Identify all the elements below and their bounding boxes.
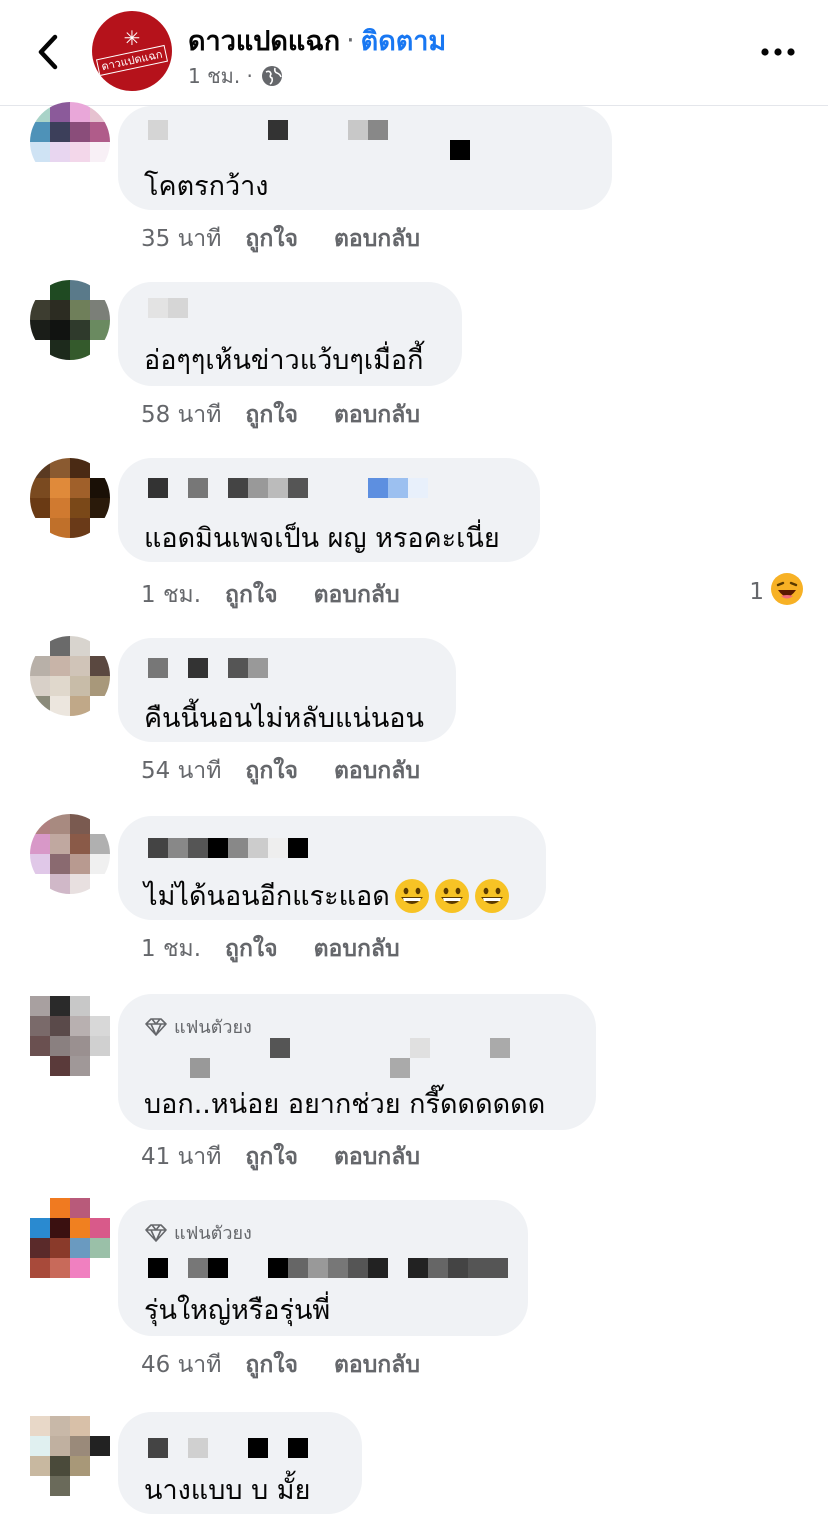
more-horizontal-icon — [761, 48, 795, 56]
like-button[interactable]: ถูกใจ — [245, 1139, 298, 1175]
avatar[interactable] — [30, 1416, 110, 1496]
post-time[interactable]: 1 ชม. · — [188, 60, 253, 92]
comment-bubble[interactable]: แฟนตัวยง รุ่นใหญ่หรือรุ่นพี่ — [118, 1200, 528, 1336]
comment-text: อ่อๆๆเห้นข่าวแว้บๆเมื่อกี้ — [144, 345, 424, 376]
avatar[interactable] — [30, 102, 110, 182]
comment-text: แอดมินเพจเป็น ผญ หรอคะเนี่ย — [144, 523, 500, 554]
like-button[interactable]: ถูกใจ — [245, 397, 298, 433]
comment-bubble[interactable]: คืนนี้นอนไม่หลับแน่นอน — [118, 638, 456, 742]
commenter-name-blurred — [148, 658, 268, 678]
globe-icon — [261, 65, 283, 87]
comment-bubble[interactable]: นางแบบ บ มั้ย — [118, 1412, 362, 1514]
like-button[interactable]: ถูกใจ — [245, 753, 298, 789]
comment-actions: 58 นาที ถูกใจ ตอบกลับ — [141, 398, 420, 432]
like-button[interactable]: ถูกใจ — [245, 221, 298, 257]
like-button[interactable]: ถูกใจ — [225, 577, 278, 613]
commenter-name-blurred — [270, 1038, 510, 1058]
comment-bubble[interactable]: แอดมินเพจเป็น ผญ หรอคะเนี่ย — [118, 458, 540, 562]
laughing-face-icon — [770, 572, 804, 612]
reply-button[interactable]: ตอบกลับ — [314, 931, 400, 967]
commenter-name-blurred — [450, 140, 470, 160]
top-fan-badge: แฟนตัวยง — [144, 1218, 252, 1247]
diamond-icon — [144, 1223, 168, 1243]
like-button[interactable]: ถูกใจ — [245, 1347, 298, 1383]
star-icon: ✳ — [123, 25, 141, 50]
comment-time[interactable]: 35 นาที — [141, 221, 221, 257]
avatar[interactable] — [30, 996, 110, 1076]
avatar[interactable] — [30, 636, 110, 716]
comment-time[interactable]: 54 นาที — [141, 753, 221, 789]
commenter-name-blurred — [148, 1438, 308, 1458]
comment-actions: 35 นาที ถูกใจ ตอบกลับ — [141, 222, 420, 256]
commenter-name-blurred — [148, 838, 308, 858]
post-header: ✳ ดาวแปดแฉก ดาวแปดแฉก · ติดตาม 1 ชม. · — [0, 0, 828, 106]
comment-actions: 46 นาที ถูกใจ ตอบกลับ — [141, 1348, 420, 1382]
reply-button[interactable]: ตอบกลับ — [334, 397, 420, 433]
page-avatar[interactable]: ✳ ดาวแปดแฉก — [92, 11, 172, 91]
reply-button[interactable]: ตอบกลับ — [334, 1139, 420, 1175]
comment-time[interactable]: 46 นาที — [141, 1347, 221, 1383]
commenter-name-blurred — [148, 478, 428, 498]
comment-text: บอก..หน่อย อยากช่วย กรี๊ดดดดดด — [144, 1089, 546, 1120]
grinning-face-icon — [474, 878, 510, 914]
comment-text: นางแบบ บ มั้ย — [144, 1475, 311, 1506]
comment-time[interactable]: 58 นาที — [141, 397, 221, 433]
avatar[interactable] — [30, 458, 110, 538]
chevron-left-icon — [38, 34, 58, 70]
comment-time[interactable]: 1 ชม. — [141, 931, 201, 967]
comment-text: ไม่ได้นอนอีกแระแอด — [144, 874, 510, 917]
comment-actions: 1 ชม. ถูกใจ ตอบกลับ — [141, 578, 400, 612]
comment-text: คืนนี้นอนไม่หลับแน่นอน — [144, 703, 424, 734]
reaction-count: 1 — [749, 579, 764, 605]
badge-label: แฟนตัวยง — [174, 1017, 252, 1038]
comment-bubble[interactable]: โคตรกว้าง — [118, 106, 612, 210]
post-meta: 1 ชม. · — [188, 62, 283, 90]
comment-text-content: ไม่ได้นอนอีกแระแอด — [144, 881, 390, 912]
separator: · — [346, 24, 355, 56]
reply-button[interactable]: ตอบกลับ — [334, 221, 420, 257]
comment-text: โคตรกว้าง — [144, 171, 269, 202]
comment-text: รุ่นใหญ่หรือรุ่นพี่ — [144, 1295, 331, 1326]
comment-bubble[interactable]: แฟนตัวยง บอก..หน่อย อยากช่วย กรี๊ดดดดดด — [118, 994, 596, 1130]
diamond-icon — [144, 1017, 168, 1037]
back-button[interactable] — [28, 28, 68, 76]
comment-time[interactable]: 1 ชม. — [141, 577, 201, 613]
follow-button[interactable]: ติดตาม — [361, 19, 447, 62]
comment-actions: 1 ชม. ถูกใจ ตอบกลับ — [141, 932, 400, 966]
reply-button[interactable]: ตอบกลับ — [314, 577, 400, 613]
page-title-row: ดาวแปดแฉก · ติดตาม — [188, 20, 446, 60]
more-button[interactable] — [758, 38, 798, 66]
comment-actions: 41 นาที ถูกใจ ตอบกลับ — [141, 1140, 420, 1174]
commenter-name-blurred — [148, 298, 188, 318]
comment-actions: 54 นาที ถูกใจ ตอบกลับ — [141, 754, 420, 788]
avatar[interactable] — [30, 1198, 110, 1278]
like-button[interactable]: ถูกใจ — [225, 931, 278, 967]
reaction-summary[interactable]: 1 — [749, 572, 804, 612]
avatar[interactable] — [30, 280, 110, 360]
grinning-face-icon — [434, 878, 470, 914]
commenter-name-blurred — [148, 1258, 508, 1278]
badge-label: แฟนตัวยง — [174, 1223, 252, 1244]
commenter-name-blurred — [148, 120, 388, 140]
reply-button[interactable]: ตอบกลับ — [334, 753, 420, 789]
page-name[interactable]: ดาวแปดแฉก — [188, 19, 340, 62]
commenter-name-blurred — [190, 1058, 410, 1078]
comment-bubble[interactable]: ไม่ได้นอนอีกแระแอด — [118, 816, 546, 920]
avatar[interactable] — [30, 814, 110, 894]
grinning-face-icon — [394, 878, 430, 914]
comment-bubble[interactable]: อ่อๆๆเห้นข่าวแว้บๆเมื่อกี้ — [118, 282, 462, 386]
reply-button[interactable]: ตอบกลับ — [334, 1347, 420, 1383]
top-fan-badge: แฟนตัวยง — [144, 1012, 252, 1041]
comment-time[interactable]: 41 นาที — [141, 1139, 221, 1175]
